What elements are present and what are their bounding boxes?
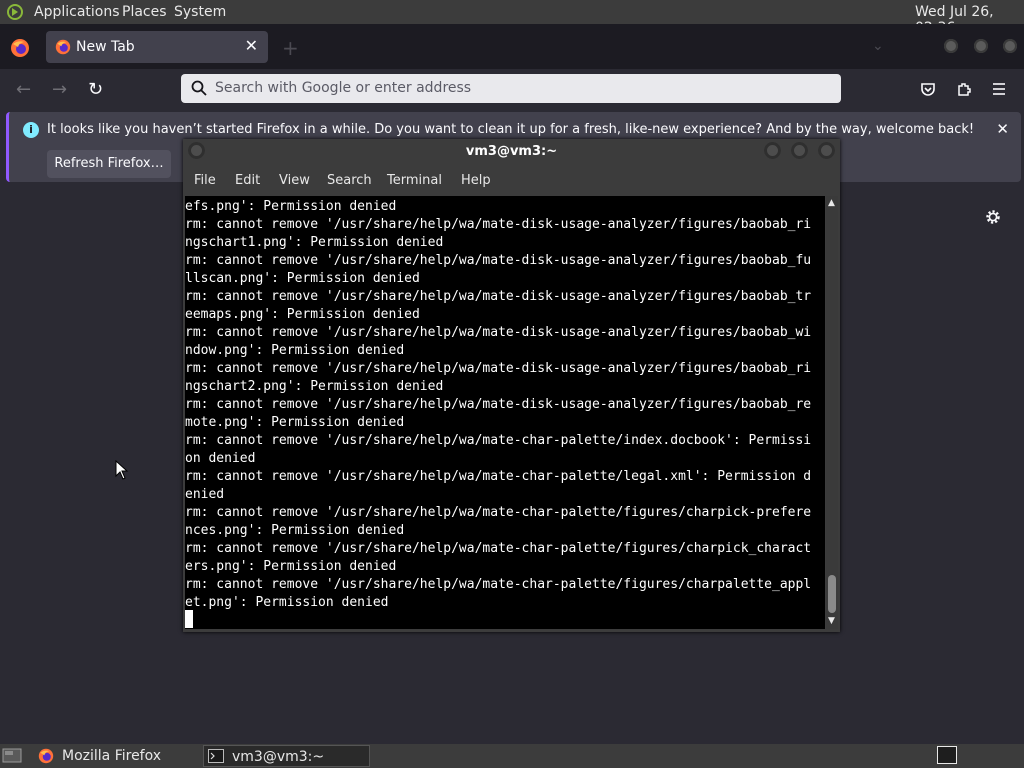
terminal-line: rm: cannot remove '/usr/share/help/wa/ma… <box>185 325 812 340</box>
info-icon: i <box>23 122 39 138</box>
notification-message: It looks like you haven’t started Firefo… <box>47 122 975 137</box>
terminal-line: enied <box>185 487 225 502</box>
terminal-line: et.png': Permission denied <box>185 595 389 610</box>
new-tab-icon[interactable]: + <box>282 36 299 60</box>
gear-icon[interactable] <box>984 208 1002 226</box>
terminal-window: vm3@vm3:~ File Edit View Search Terminal… <box>183 139 840 632</box>
workspace-switcher[interactable] <box>937 746 957 764</box>
terminal-line: nces.png': Permission denied <box>185 523 405 538</box>
firefox-icon <box>38 748 54 764</box>
reload-icon[interactable]: ↻ <box>88 79 103 100</box>
menu-search[interactable]: Search <box>327 173 372 188</box>
forward-icon[interactable]: → <box>52 79 67 100</box>
terminal-line: ers.png': Permission denied <box>185 559 397 574</box>
menu-file[interactable]: File <box>194 173 216 188</box>
terminal-line: ngschart2.png': Permission denied <box>185 379 444 394</box>
terminal-scrollbar[interactable]: ▲ ▼ <box>826 196 838 629</box>
terminal-line: ndow.png': Permission denied <box>185 343 405 358</box>
terminal-line: rm: cannot remove '/usr/share/help/wa/ma… <box>185 505 812 520</box>
terminal-line: rm: cannot remove '/usr/share/help/wa/ma… <box>185 577 812 592</box>
close-tab-icon[interactable]: ✕ <box>245 36 258 55</box>
chevron-down-icon[interactable]: ⌄ <box>872 38 884 54</box>
terminal-line: rm: cannot remove '/usr/share/help/wa/ma… <box>185 469 812 484</box>
top-panel: Applications Places System Wed Jul 26, 0… <box>0 0 1024 36</box>
terminal-output[interactable]: efs.png': Permission denied rm: cannot re… <box>185 196 825 629</box>
terminal-line: rm: cannot remove '/usr/share/help/wa/ma… <box>185 541 812 556</box>
terminal-line: rm: cannot remove '/usr/share/help/wa/ma… <box>185 217 812 232</box>
terminal-line: llscan.png': Permission denied <box>185 271 420 286</box>
taskbar-item-firefox[interactable]: Mozilla Firefox <box>34 745 194 767</box>
tab-new-tab[interactable]: New Tab ✕ <box>46 31 268 63</box>
menu-view[interactable]: View <box>279 173 310 188</box>
terminal-title: vm3@vm3:~ <box>465 144 558 159</box>
maximize-window-button[interactable] <box>974 39 988 53</box>
firefox-view-icon[interactable] <box>10 38 30 58</box>
address-bar[interactable]: Search with Google or enter address <box>181 74 841 103</box>
refresh-firefox-button[interactable]: Refresh Firefox… <box>47 150 171 178</box>
search-icon <box>191 80 207 96</box>
taskbar-item-terminal[interactable]: vm3@vm3:~ <box>203 745 370 767</box>
menu-help[interactable]: Help <box>461 173 491 188</box>
menu-edit[interactable]: Edit <box>235 173 260 188</box>
mate-logo-icon[interactable] <box>7 4 23 20</box>
minimize-button[interactable] <box>764 142 781 159</box>
close-button[interactable] <box>818 142 835 159</box>
taskbar-item-label: vm3@vm3:~ <box>232 749 325 765</box>
terminal-line: eemaps.png': Permission denied <box>185 307 420 322</box>
terminal-menubar: File Edit View Search Terminal Help <box>183 166 840 195</box>
hamburger-menu-icon[interactable] <box>992 82 1006 96</box>
tab-title: New Tab <box>76 39 135 55</box>
taskbar-item-label: Mozilla Firefox <box>62 748 162 764</box>
places-menu[interactable]: Places <box>122 4 167 20</box>
extensions-icon[interactable] <box>956 81 972 97</box>
show-desktop-icon[interactable] <box>2 747 22 764</box>
pocket-icon[interactable] <box>920 81 936 97</box>
system-menu[interactable]: System <box>174 4 226 20</box>
terminal-line: rm: cannot remove '/usr/share/help/wa/ma… <box>185 289 812 304</box>
terminal-line: rm: cannot remove '/usr/share/help/wa/ma… <box>185 433 812 448</box>
terminal-line: rm: cannot remove '/usr/share/help/wa/ma… <box>185 253 812 268</box>
scroll-up-arrow-icon[interactable]: ▲ <box>828 198 835 208</box>
scrollbar-thumb[interactable] <box>828 575 836 613</box>
maximize-button[interactable] <box>791 142 808 159</box>
scroll-down-arrow-icon[interactable]: ▼ <box>828 616 835 626</box>
menu-terminal[interactable]: Terminal <box>387 173 442 188</box>
applications-menu[interactable]: Applications <box>34 4 120 20</box>
terminal-lines: efs.png': Permission denied rm: cannot re… <box>185 198 811 612</box>
close-icon[interactable]: ✕ <box>996 120 1009 138</box>
back-icon[interactable]: ← <box>16 79 31 100</box>
terminal-line: ngschart1.png': Permission denied <box>185 235 444 250</box>
address-placeholder: Search with Google or enter address <box>215 80 472 96</box>
terminal-line: on denied <box>185 451 256 466</box>
bottom-panel: Mozilla Firefox vm3@vm3:~ <box>0 744 1024 768</box>
terminal-line: rm: cannot remove '/usr/share/help/wa/ma… <box>185 361 812 376</box>
firefox-icon <box>55 39 71 55</box>
mouse-pointer-icon <box>115 460 129 480</box>
terminal-line: mote.png': Permission denied <box>185 415 405 430</box>
terminal-line: efs.png': Permission denied <box>185 199 397 214</box>
terminal-line: rm: cannot remove '/usr/share/help/wa/ma… <box>185 397 812 412</box>
minimize-window-button[interactable] <box>944 39 958 53</box>
close-window-button[interactable] <box>1003 39 1017 53</box>
text-cursor <box>185 610 193 628</box>
terminal-icon <box>208 749 224 763</box>
